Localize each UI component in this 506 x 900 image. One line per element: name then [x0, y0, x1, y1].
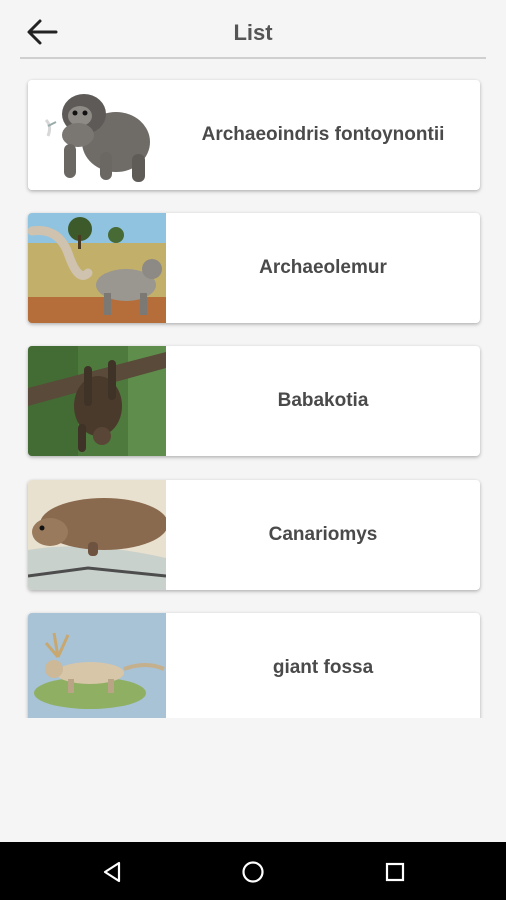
item-label: giant fossa — [272, 657, 374, 678]
item-label: Canariomys — [268, 524, 378, 545]
system-navigation-bar — [0, 842, 506, 900]
nav-recents-button[interactable] — [375, 852, 415, 892]
list-item[interactable]: Babakotia — [28, 346, 480, 456]
nav-back-button[interactable] — [92, 852, 132, 892]
species-list[interactable]: Archaeoindris fontoynontii Archaeolemur — [0, 62, 506, 718]
item-label: Archaeoindris fontoynontii — [201, 124, 445, 145]
list-item[interactable]: Canariomys — [28, 480, 480, 590]
page-title: List — [233, 20, 273, 45]
square-recents-icon — [385, 862, 405, 882]
item-label: Babakotia — [277, 390, 369, 411]
header-divider — [20, 57, 486, 59]
app-header: List — [0, 0, 506, 62]
circle-home-icon — [242, 861, 264, 883]
list-item[interactable]: Archaeolemur — [28, 213, 480, 323]
canariomys-thumbnail — [28, 480, 166, 590]
triangle-back-icon — [103, 861, 121, 883]
archaeoindris-thumbnail — [28, 80, 166, 190]
item-label: Archaeolemur — [259, 257, 387, 278]
nav-home-button[interactable] — [233, 852, 273, 892]
archaeolemur-thumbnail — [28, 213, 166, 323]
babakotia-thumbnail — [28, 346, 166, 456]
list-item[interactable]: Archaeoindris fontoynontii — [28, 80, 480, 190]
list-item[interactable]: giant fossa — [28, 613, 480, 718]
giant-fossa-thumbnail — [28, 613, 166, 718]
